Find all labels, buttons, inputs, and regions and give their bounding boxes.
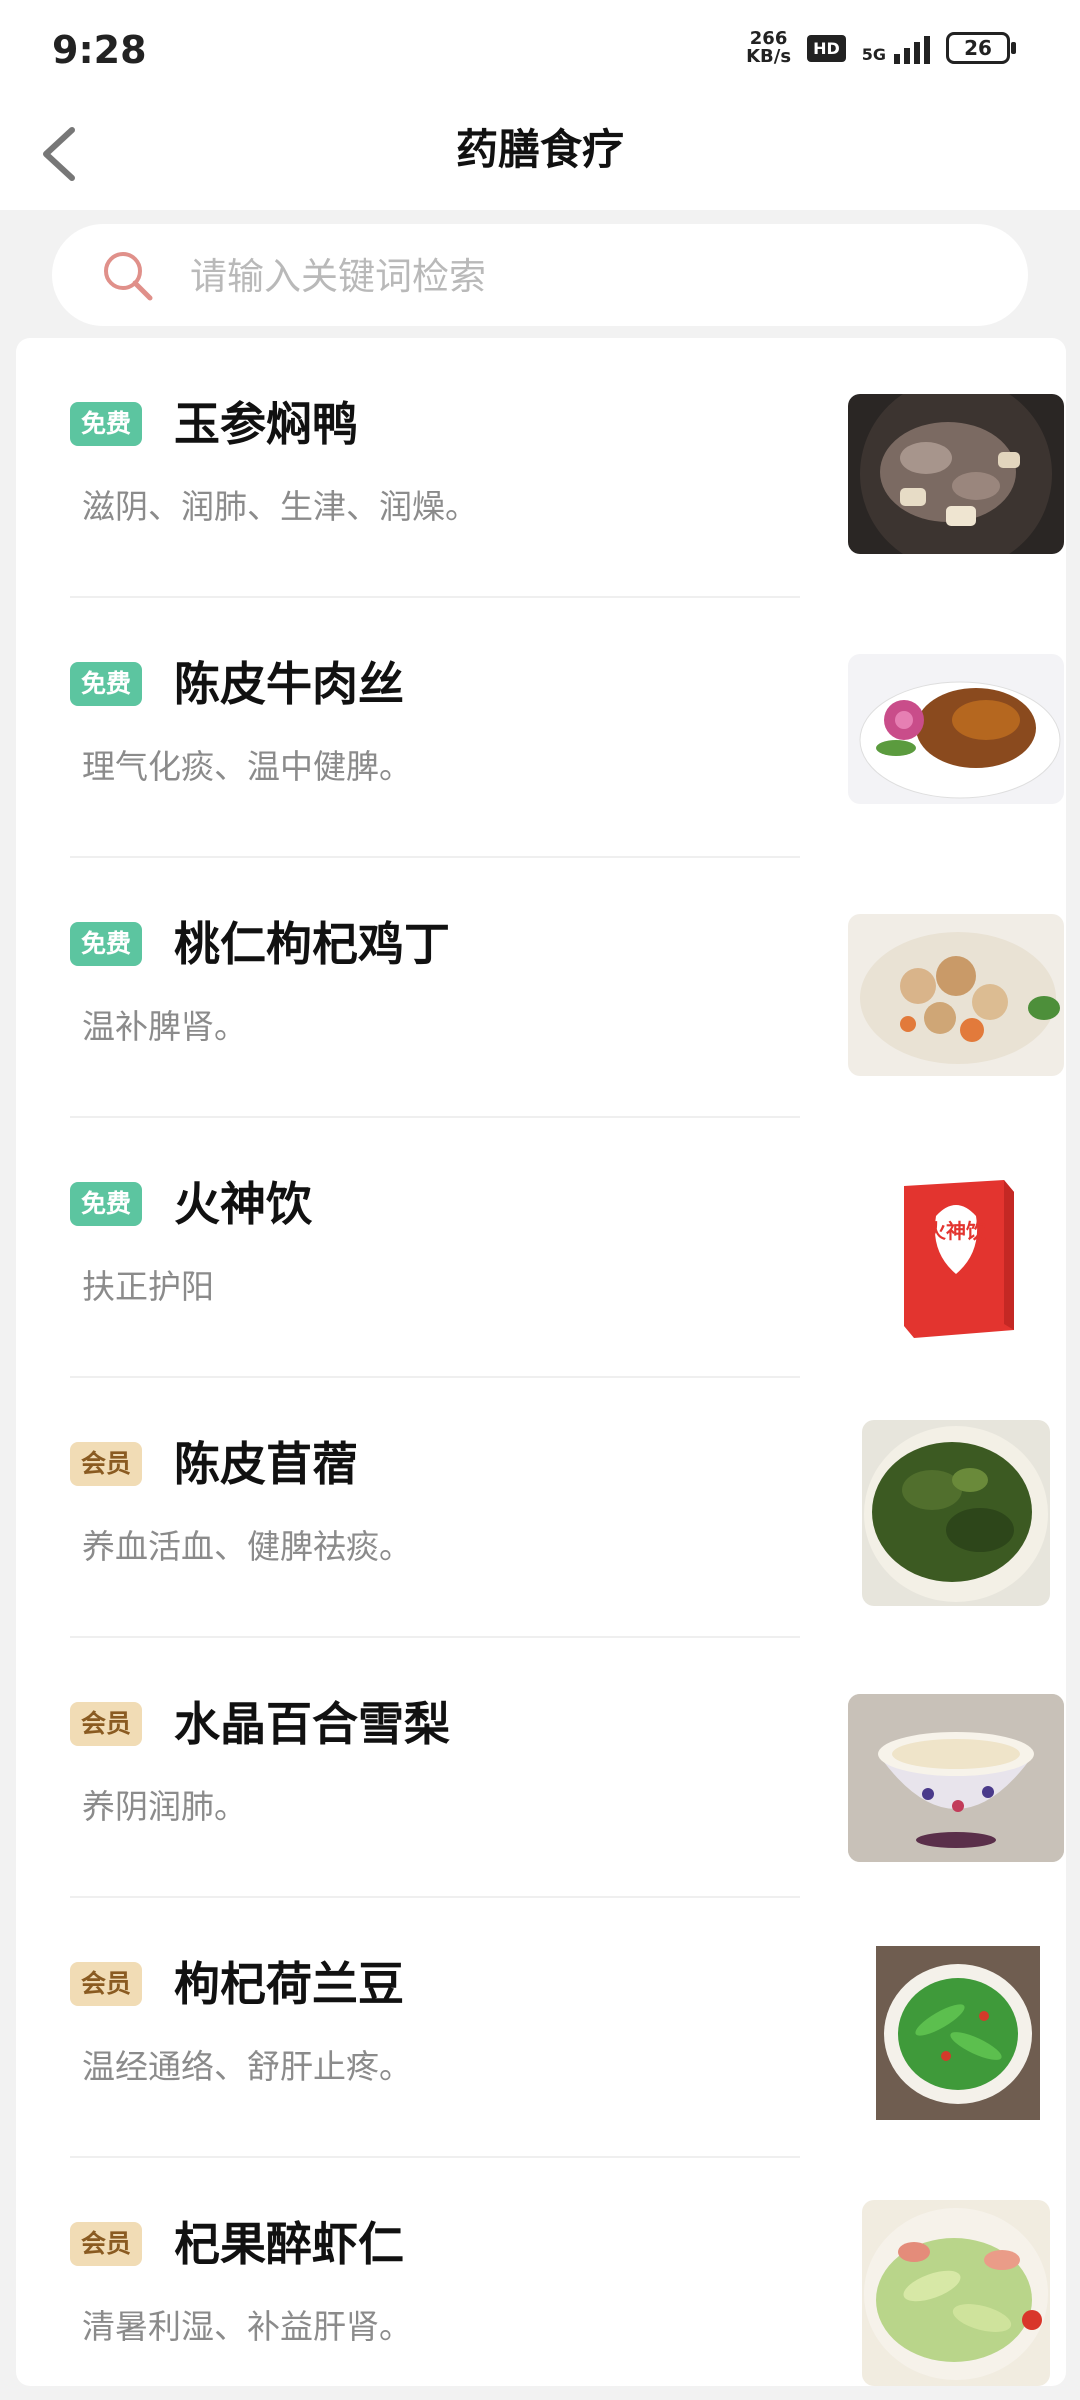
list-item[interactable]: 免费 桃仁枸杞鸡丁 温补脾肾。 (16, 858, 1066, 1118)
list-item[interactable]: 会员 水晶百合雪梨 养阴润肺。 (16, 1638, 1066, 1898)
battery-level: 26 (964, 36, 992, 60)
nav-bar: 药膳食疗 (0, 100, 1080, 210)
free-badge: 免费 (70, 402, 142, 446)
member-badge: 会员 (70, 2222, 142, 2266)
lily-pear-soup-photo[interactable] (848, 1694, 1064, 1862)
free-badge: 免费 (70, 662, 142, 706)
list-item[interactable]: 免费 玉参焖鸭 滋阴、润肺、生津、润燥。 (16, 338, 1066, 598)
braised-duck-photo[interactable] (848, 394, 1064, 554)
item-description: 养血活血、健脾祛痰。 (82, 1527, 412, 1566)
item-title: 枸杞荷兰豆 (174, 1957, 404, 2011)
list-item[interactable]: 免费 陈皮牛肉丝 理气化痰、温中健脾。 (16, 598, 1066, 858)
network-type: 5G (861, 45, 886, 64)
chicken-dice-photo[interactable] (848, 914, 1064, 1076)
item-title: 陈皮牛肉丝 (174, 657, 404, 711)
item-title: 杞果醉虾仁 (174, 2217, 404, 2271)
drink-box-photo[interactable]: 火神饮 (886, 1174, 1026, 1346)
beef-shreds-photo[interactable] (848, 654, 1064, 804)
battery-icon: 26 (946, 32, 1016, 64)
signal-icon: 5G (862, 32, 930, 64)
item-title: 陈皮苜蓿 (174, 1437, 358, 1491)
item-description: 理气化痰、温中健脾。 (82, 747, 412, 786)
item-title: 火神饮 (174, 1177, 312, 1231)
status-icons: 266 KB/s HD 5G 26 (746, 30, 1016, 66)
recipe-list: 免费 玉参焖鸭 滋阴、润肺、生津、润燥。 免费 陈皮牛肉丝 理气化痰、温中健脾。 (16, 338, 1066, 2386)
item-description: 温经通络、舒肝止疼。 (82, 2047, 412, 2086)
free-badge: 免费 (70, 1182, 142, 1226)
item-title: 桃仁枸杞鸡丁 (174, 917, 450, 971)
alfalfa-photo[interactable] (862, 1420, 1050, 1606)
search-box[interactable] (52, 224, 1028, 326)
member-badge: 会员 (70, 1702, 142, 1746)
list-item[interactable]: 会员 杞果醉虾仁 清暑利湿、补益肝肾。 (16, 2158, 1066, 2386)
hd-icon: HD (807, 34, 846, 62)
status-time: 9:28 (52, 28, 147, 72)
free-badge: 免费 (70, 922, 142, 966)
item-description: 养阴润肺。 (82, 1787, 247, 1826)
network-speed: 266 KB/s (746, 30, 791, 66)
svg-text:火神饮: 火神饮 (926, 1219, 987, 1243)
item-title: 玉参焖鸭 (174, 397, 358, 451)
item-description: 滋阴、润肺、生津、润燥。 (82, 487, 478, 526)
member-badge: 会员 (70, 1962, 142, 2006)
member-badge: 会员 (70, 1442, 142, 1486)
list-item[interactable]: 免费 火神饮 扶正护阳 火神饮 (16, 1118, 1066, 1378)
shrimp-dish-photo[interactable] (862, 2200, 1050, 2386)
status-bar: 9:28 266 KB/s HD 5G 26 (0, 0, 1080, 100)
network-speed-unit: KB/s (746, 46, 792, 67)
item-description: 温补脾肾。 (82, 1007, 247, 1046)
list-item[interactable]: 会员 枸杞荷兰豆 温经通络、舒肝止疼。 (16, 1898, 1066, 2158)
list-item[interactable]: 会员 陈皮苜蓿 养血活血、健脾祛痰。 (16, 1378, 1066, 1638)
snow-peas-photo[interactable] (876, 1946, 1040, 2120)
item-description: 清暑利湿、补益肝肾。 (82, 2307, 412, 2346)
search-input[interactable] (188, 244, 972, 308)
item-description: 扶正护阳 (82, 1267, 214, 1306)
item-title: 水晶百合雪梨 (174, 1697, 450, 1751)
search-icon[interactable] (98, 246, 158, 306)
page-title: 药膳食疗 (455, 125, 624, 174)
